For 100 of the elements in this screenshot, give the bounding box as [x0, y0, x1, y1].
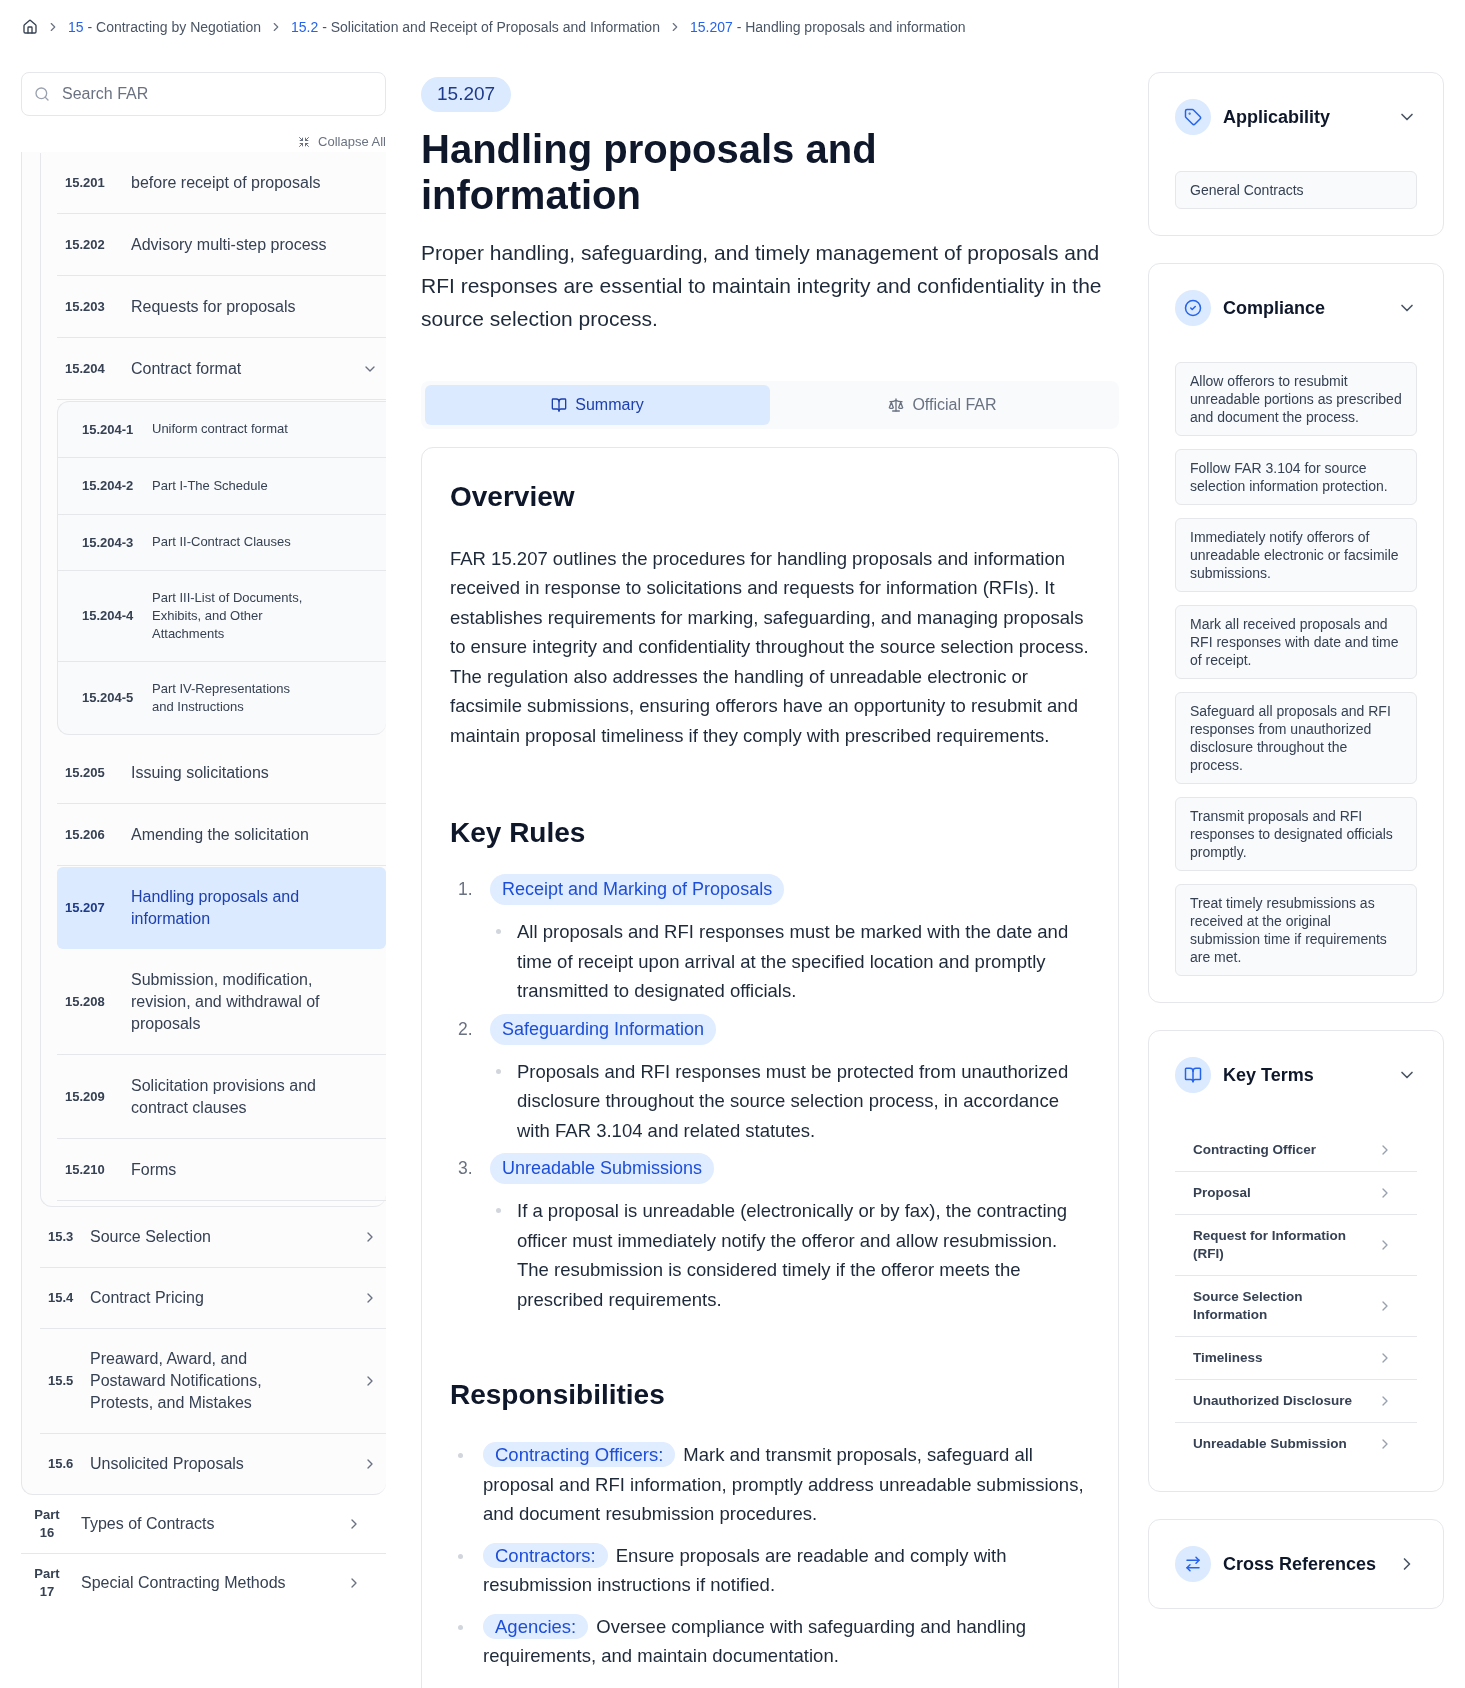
section-number: 15.208 — [65, 993, 106, 1012]
breadcrumb-link[interactable]: 15.207 - Handling proposals and information — [689, 16, 966, 38]
nav-item[interactable]: Special Contracting Methods — [81, 1571, 330, 1595]
section-number: 15.207 — [65, 899, 106, 918]
nav-item-row[interactable]: 15.206 Amending the solicitation — [57, 805, 386, 866]
nav-item-row[interactable]: 15.205 Issuing solicitations — [57, 743, 386, 804]
key-term-link[interactable]: Unreadable Submission — [1175, 1423, 1417, 1465]
section-number: 15.202 — [65, 235, 106, 254]
section-title: Contract format — [131, 358, 243, 379]
section-number: 15.5 — [48, 1372, 74, 1391]
section-title: Forms — [131, 1160, 178, 1180]
section-number: 15.6 — [48, 1455, 74, 1474]
nav-item[interactable]: Preaward, Award, and Postaward Notifications, Protests, and Mistakes — [90, 1348, 290, 1414]
nav-item[interactable]: Part IV-Representations and Instructions — [152, 680, 312, 716]
section-title: Issuing solicitations — [131, 763, 270, 783]
nav-item-row[interactable]: 15.204 Contract format — [57, 338, 386, 400]
rule-title-pill: Unreadable Submissions — [490, 1153, 715, 1184]
nav-item[interactable]: Uniform contract format — [152, 420, 288, 439]
rule-number: 2. — [458, 1017, 474, 1041]
section-title: Amending the solicitation — [131, 825, 310, 845]
search-input[interactable]: Search FAR — [62, 82, 373, 106]
panel-title: Key Terms — [1223, 1063, 1315, 1087]
info-note: Safeguard all proposals and RFI responses from unauthorized disclosure throughout the process. — [1175, 692, 1417, 784]
section-badge: 15.207 — [421, 77, 512, 112]
section-title: Submission, modification, revision, and withdrawal of proposals — [131, 970, 321, 1034]
section-title: Handling proposals and information — [131, 887, 301, 929]
search-icon — [34, 86, 50, 102]
rule-text: If a proposal is unreadable (electronically or by fax), the contracting officer must immediately notify the offeror and allow resubmission. The resubmission is considered timely if the offeror meets the prescribed requirements. — [517, 1199, 1069, 1312]
section-heading: Overview — [450, 479, 576, 514]
rule-number: 3. — [458, 1157, 474, 1181]
key-term-link[interactable]: Request for Information (RFI) — [1175, 1215, 1417, 1276]
info-note: Immediately notify offerors of unreadable electronic or facsimile submissions. — [1175, 518, 1417, 592]
nav-item-row[interactable]: 15.210 Forms — [57, 1140, 386, 1201]
section-number: 15.204-4 — [82, 607, 135, 626]
section-number: 15.204-2 — [82, 477, 135, 495]
nav-item[interactable]: Source Selection — [90, 1226, 290, 1248]
search-field[interactable]: Search FAR — [21, 72, 386, 116]
key-term-link[interactable]: Source Selection Information — [1175, 1276, 1417, 1337]
home-icon[interactable] — [22, 19, 38, 35]
section-title: Solicitation provisions and contract clauses — [131, 1076, 317, 1118]
part-number: Part 16 — [33, 1506, 61, 1542]
section-number: 15.209 — [65, 1088, 106, 1107]
nav-item-row[interactable]: 15.209 Solicitation provisions and contract clauses — [57, 1056, 386, 1139]
scale-icon — [888, 396, 905, 413]
panel-title: Cross References — [1223, 1552, 1378, 1576]
responsibility-text: Agencies: Oversee compliance with safeguarding and handling requirements, and maintain documentation. — [483, 1612, 1028, 1668]
responsibility-text: Contracting Officers: Mark and transmit proposals, safeguard all proposal and RFI information, promptly address unreadable submissions, and document resubmission procedures. — [483, 1441, 1085, 1526]
section-number: 15.201 — [65, 173, 106, 192]
rule-number: 1. — [458, 878, 474, 902]
nav-item-row[interactable]: 15.208 Submission, modification, revision, and withdrawal of proposals — [57, 950, 386, 1055]
book-icon — [551, 396, 568, 413]
breadcrumb-link[interactable]: 15 - Contracting by Negotiation — [68, 16, 262, 38]
info-note: Mark all received proposals and RFI responses with date and time of receipt. — [1175, 605, 1417, 679]
breadcrumb-link[interactable]: 15.2 - Solicitation and Receipt of Proposals and Information — [291, 16, 660, 38]
nav-item[interactable]: Part I-The Schedule — [152, 476, 268, 495]
page-title: Handling proposals and information — [421, 125, 878, 218]
tab[interactable]: Summary — [425, 384, 770, 425]
lead-paragraph: Proper handling, safeguarding, and timely management of proposals and RFI responses are essential to maintain integrity and confidentiality in the source selection process. — [421, 239, 1103, 332]
info-note: Follow FAR 3.104 for source selection information protection. — [1175, 449, 1417, 505]
info-note: Transmit proposals and RFI responses to designated officials promptly. — [1175, 797, 1417, 871]
section-number: 15.204-1 — [82, 420, 135, 439]
key-term-link[interactable]: Unauthorized Disclosure — [1175, 1380, 1417, 1423]
overview-paragraph: FAR 15.207 outlines the procedures for handling proposals and information received in response to solicitations and requests for information (RFIs). It establishes requirements for marking, safeguarding, and managing proposals to ensure integrity and confidentiality throughout the source selection process. The regulation also addresses the handling of unreadable electronic or facsimile submissions, ensuring offerors have an opportunity to resubmit and maintain proposal timeliness if they comply with prescribed requirements. — [450, 546, 1090, 748]
section-number: 15.204-5 — [82, 689, 135, 708]
nav-item-row[interactable]: 15.201 before receipt of proposals — [57, 152, 386, 214]
section-number: 15.210 — [65, 1161, 106, 1180]
rule-title-pill: Safeguarding Information — [490, 1013, 717, 1045]
rule-text: Proposals and RFI responses must be protected from unauthorized disclosure throughout the source selection process, in accordance with FAR 3.104 and related statutes. — [517, 1059, 1070, 1143]
part-number: Part 17 — [33, 1565, 61, 1601]
section-title: before receipt of proposals — [131, 172, 322, 193]
section-number: 15.4 — [48, 1289, 74, 1308]
nav-item[interactable]: Contract Pricing — [90, 1287, 290, 1309]
key-term-link[interactable]: Proposal — [1175, 1172, 1417, 1215]
section-heading: Key Rules — [450, 816, 587, 850]
book-icon — [1175, 1057, 1211, 1093]
rule-title-pill: Receipt and Marking of Proposals — [490, 874, 785, 905]
nav-item-selected[interactable]: 15.207 Handling proposals and information — [57, 867, 386, 949]
key-term-link[interactable]: Contracting Officer — [1175, 1129, 1417, 1172]
section-number: 15.3 — [48, 1228, 74, 1247]
nav-item[interactable]: Unsolicited Proposals — [90, 1453, 290, 1475]
section-number: 15.204 — [65, 359, 106, 378]
info-note: General Contracts — [1175, 171, 1417, 209]
info-note: Treat timely resubmissions as received at the original submission time if requirements are met. — [1175, 884, 1417, 976]
nav-item[interactable]: Types of Contracts — [81, 1512, 330, 1536]
nav-item-row[interactable]: 15.202 Advisory multi-step process — [57, 214, 386, 276]
section-title: Requests for proposals — [131, 296, 297, 317]
key-term-link[interactable]: Timeliness — [1175, 1337, 1417, 1380]
panel-title: Compliance — [1223, 296, 1327, 320]
section-title: Advisory multi-step process — [131, 234, 328, 255]
tab[interactable]: Official FAR — [770, 384, 1115, 425]
panel-title: Applicability — [1223, 105, 1331, 129]
nav-item-row[interactable]: 15.203 Requests for proposals — [57, 276, 386, 338]
collapse-all-button[interactable]: Collapse All — [298, 132, 386, 152]
info-note: Allow offerors to resubmit unreadable portions as prescribed and document the process. — [1175, 362, 1417, 436]
nav-item[interactable]: Part II-Contract Clauses — [152, 533, 291, 552]
shrink-icon — [298, 135, 311, 148]
section-number: 15.203 — [65, 297, 106, 316]
nav-item[interactable]: Part III-List of Documents, Exhibits, and Other Attachments — [152, 589, 312, 643]
tag-icon — [1175, 99, 1211, 135]
swap-arrows-icon — [1175, 1546, 1211, 1582]
